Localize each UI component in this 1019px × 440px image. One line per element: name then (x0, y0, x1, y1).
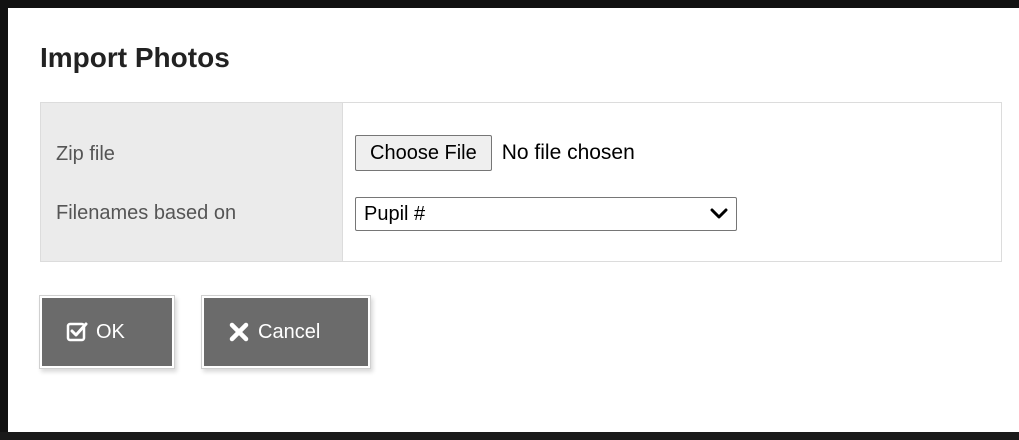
ok-button[interactable]: OK (42, 298, 172, 366)
check-square-icon (66, 322, 88, 342)
background-page-strip (0, 432, 1019, 440)
import-photos-dialog: Import Photos Zip file Filenames based o… (8, 8, 1019, 432)
ok-button-label: OK (96, 320, 125, 343)
close-x-icon (229, 322, 249, 342)
file-status-text: No file chosen (501, 141, 635, 164)
form-table: Zip file Filenames based on Choose File … (40, 102, 1002, 262)
cancel-button-label: Cancel (258, 320, 321, 343)
select-value: Pupil # (364, 202, 426, 225)
field-column: Choose File No file chosen Pupil # (343, 103, 1001, 261)
zip-file-label: Zip file (56, 143, 115, 165)
choose-file-button[interactable]: Choose File (355, 135, 492, 171)
cancel-button[interactable]: Cancel (204, 298, 368, 366)
file-input[interactable]: Choose File No file chosen (355, 135, 635, 171)
chevron-down-icon (710, 208, 728, 219)
dialog-title: Import Photos (40, 42, 230, 73)
filenames-based-on-select[interactable]: Pupil # (355, 197, 737, 231)
label-column: Zip file Filenames based on (41, 103, 343, 261)
filenames-based-on-label: Filenames based on (56, 202, 237, 224)
